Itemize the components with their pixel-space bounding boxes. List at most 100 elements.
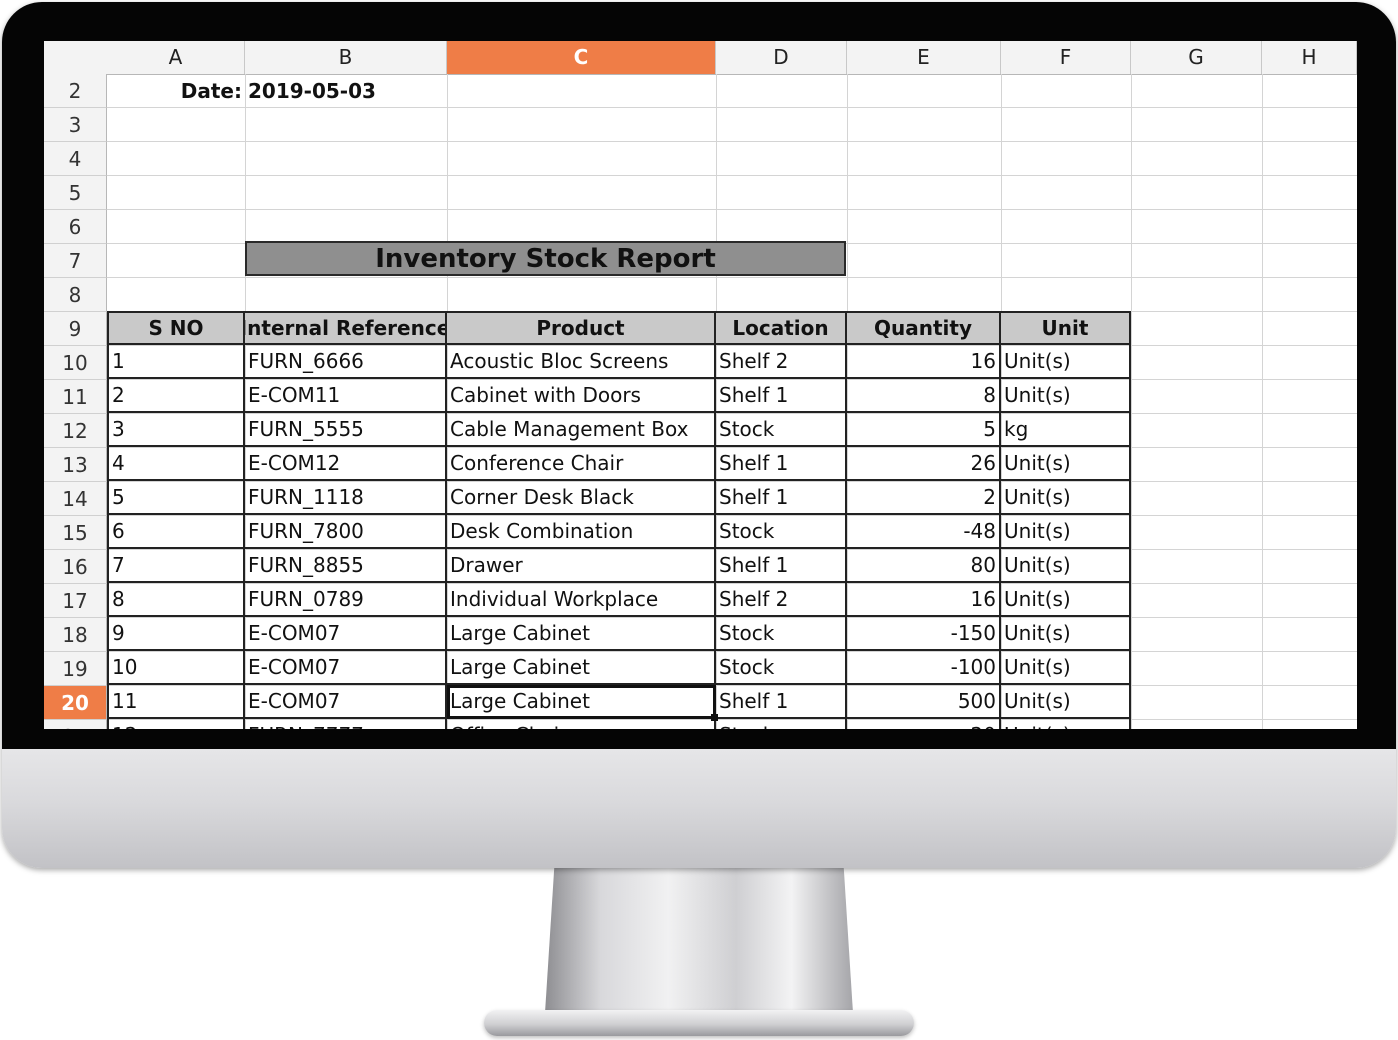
table-cell-sno[interactable]: 10 bbox=[107, 651, 245, 685]
table-cell-unit[interactable]: Unit(s) bbox=[1001, 685, 1131, 719]
row-header-2[interactable]: 2 bbox=[44, 74, 107, 108]
row-header-9[interactable]: 9 bbox=[44, 312, 107, 346]
table-cell-unit[interactable]: Unit(s) bbox=[1001, 583, 1131, 617]
table-header-product[interactable]: Product bbox=[447, 311, 716, 345]
column-header-e[interactable]: E bbox=[847, 41, 1001, 74]
date-label-cell[interactable]: Date: bbox=[107, 74, 245, 108]
table-header-sno[interactable]: S NO bbox=[107, 311, 245, 345]
table-cell-unit[interactable]: Unit(s) bbox=[1001, 515, 1131, 549]
table-cell-product[interactable]: Conference Chair bbox=[447, 447, 716, 481]
table-cell-quantity[interactable]: 8 bbox=[847, 379, 1001, 413]
row-header-14[interactable]: 14 bbox=[44, 482, 107, 516]
table-cell-unit[interactable]: Unit(s) bbox=[1001, 719, 1131, 729]
row-header-20[interactable]: 20 bbox=[44, 686, 107, 720]
table-cell-internal-reference[interactable]: FURN_5555 bbox=[245, 413, 447, 447]
row-header-10[interactable]: 10 bbox=[44, 346, 107, 380]
column-header-h[interactable]: H bbox=[1262, 41, 1357, 74]
table-cell-unit[interactable]: kg bbox=[1001, 413, 1131, 447]
table-cell-location[interactable]: Stock bbox=[716, 515, 847, 549]
report-title-cell[interactable]: Inventory Stock Report bbox=[245, 241, 846, 276]
row-header-11[interactable]: 11 bbox=[44, 380, 107, 414]
table-cell-sno[interactable]: 5 bbox=[107, 481, 245, 515]
table-cell-quantity[interactable]: 16 bbox=[847, 583, 1001, 617]
table-cell-product[interactable]: Cable Management Box bbox=[447, 413, 716, 447]
table-cell-sno[interactable]: 11 bbox=[107, 685, 245, 719]
table-cell-product[interactable]: Individual Workplace bbox=[447, 583, 716, 617]
row-header-7[interactable]: 7 bbox=[44, 244, 107, 278]
table-cell-location[interactable]: Shelf 2 bbox=[716, 345, 847, 379]
table-cell-quantity[interactable]: 20 bbox=[847, 719, 1001, 729]
table-cell-quantity[interactable]: 26 bbox=[847, 447, 1001, 481]
table-cell-sno[interactable]: 9 bbox=[107, 617, 245, 651]
active-cell[interactable]: Large Cabinet bbox=[447, 685, 716, 719]
table-cell-location[interactable]: Shelf 1 bbox=[716, 549, 847, 583]
table-cell-internal-reference[interactable]: E-COM12 bbox=[245, 447, 447, 481]
row-header-16[interactable]: 16 bbox=[44, 550, 107, 584]
table-cell-location[interactable]: Shelf 1 bbox=[716, 481, 847, 515]
table-cell-unit[interactable]: Unit(s) bbox=[1001, 447, 1131, 481]
column-header-f[interactable]: F bbox=[1001, 41, 1131, 74]
table-cell-internal-reference[interactable]: FURN_7800 bbox=[245, 515, 447, 549]
table-cell-quantity[interactable]: 16 bbox=[847, 345, 1001, 379]
table-cell-product[interactable]: Large Cabinet bbox=[447, 617, 716, 651]
row-header-6[interactable]: 6 bbox=[44, 210, 107, 244]
table-header-internal-reference[interactable]: Internal Reference bbox=[245, 311, 447, 345]
table-cell-location[interactable]: Shelf 1 bbox=[716, 685, 847, 719]
table-header-unit[interactable]: Unit bbox=[1001, 311, 1131, 345]
table-cell-sno[interactable]: 1 bbox=[107, 345, 245, 379]
row-header-18[interactable]: 18 bbox=[44, 618, 107, 652]
row-header-12[interactable]: 12 bbox=[44, 414, 107, 448]
table-cell-sno[interactable]: 7 bbox=[107, 549, 245, 583]
table-cell-product[interactable]: Corner Desk Black bbox=[447, 481, 716, 515]
table-cell-sno[interactable]: 3 bbox=[107, 413, 245, 447]
table-cell-sno[interactable]: 12 bbox=[107, 719, 245, 729]
table-cell-internal-reference[interactable]: E-COM11 bbox=[245, 379, 447, 413]
table-header-location[interactable]: Location bbox=[716, 311, 847, 345]
column-header-a[interactable]: A bbox=[107, 41, 245, 74]
table-cell-product[interactable]: Office Chair bbox=[447, 719, 716, 729]
table-cell-product[interactable]: Drawer bbox=[447, 549, 716, 583]
table-cell-unit[interactable]: Unit(s) bbox=[1001, 345, 1131, 379]
table-cell-location[interactable]: Stock bbox=[716, 617, 847, 651]
table-cell-unit[interactable]: Unit(s) bbox=[1001, 549, 1131, 583]
row-header-5[interactable]: 5 bbox=[44, 176, 107, 210]
table-cell-quantity[interactable]: 2 bbox=[847, 481, 1001, 515]
table-cell-quantity[interactable]: -48 bbox=[847, 515, 1001, 549]
row-header-4[interactable]: 4 bbox=[44, 142, 107, 176]
fill-handle[interactable] bbox=[711, 714, 718, 721]
table-cell-unit[interactable]: Unit(s) bbox=[1001, 481, 1131, 515]
table-cell-location[interactable]: Shelf 2 bbox=[716, 583, 847, 617]
table-cell-internal-reference[interactable]: FURN_0789 bbox=[245, 583, 447, 617]
row-header-3[interactable]: 3 bbox=[44, 108, 107, 142]
table-cell-internal-reference[interactable]: E-COM07 bbox=[245, 685, 447, 719]
table-cell-location[interactable]: Stock bbox=[716, 413, 847, 447]
column-header-d[interactable]: D bbox=[716, 41, 847, 74]
table-cell-internal-reference[interactable]: FURN_7777 bbox=[245, 719, 447, 729]
table-cell-sno[interactable]: 6 bbox=[107, 515, 245, 549]
row-header-19[interactable]: 19 bbox=[44, 652, 107, 686]
row-header-15[interactable]: 15 bbox=[44, 516, 107, 550]
column-header-c[interactable]: C bbox=[447, 41, 716, 74]
table-cell-unit[interactable]: Unit(s) bbox=[1001, 379, 1131, 413]
table-cell-location[interactable]: Stock bbox=[716, 719, 847, 729]
date-value-cell[interactable]: 2019-05-03 bbox=[245, 74, 447, 108]
table-cell-unit[interactable]: Unit(s) bbox=[1001, 651, 1131, 685]
column-header-g[interactable]: G bbox=[1131, 41, 1262, 74]
table-cell-sno[interactable]: 8 bbox=[107, 583, 245, 617]
table-cell-product[interactable]: Acoustic Bloc Screens bbox=[447, 345, 716, 379]
row-header-13[interactable]: 13 bbox=[44, 448, 107, 482]
table-cell-internal-reference[interactable]: FURN_1118 bbox=[245, 481, 447, 515]
table-cell-sno[interactable]: 2 bbox=[107, 379, 245, 413]
row-header-21[interactable]: 21 bbox=[44, 720, 107, 729]
column-header-b[interactable]: B bbox=[245, 41, 447, 74]
table-cell-unit[interactable]: Unit(s) bbox=[1001, 617, 1131, 651]
table-cell-sno[interactable]: 4 bbox=[107, 447, 245, 481]
table-cell-quantity[interactable]: -150 bbox=[847, 617, 1001, 651]
table-cell-internal-reference[interactable]: FURN_6666 bbox=[245, 345, 447, 379]
row-header-17[interactable]: 17 bbox=[44, 584, 107, 618]
row-header-8[interactable]: 8 bbox=[44, 278, 107, 312]
table-cell-internal-reference[interactable]: E-COM07 bbox=[245, 617, 447, 651]
table-cell-quantity[interactable]: 80 bbox=[847, 549, 1001, 583]
table-cell-quantity[interactable]: 5 bbox=[847, 413, 1001, 447]
table-cell-product[interactable]: Cabinet with Doors bbox=[447, 379, 716, 413]
